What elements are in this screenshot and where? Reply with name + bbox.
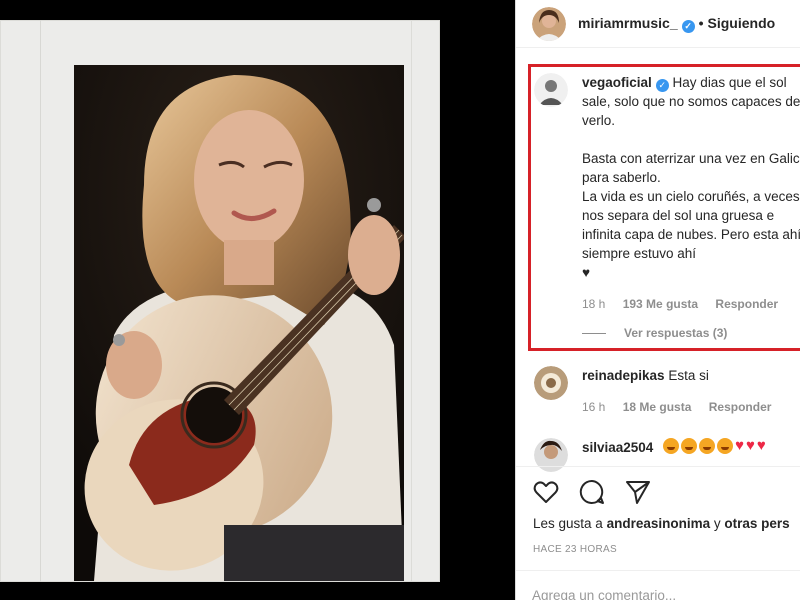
polaroid-frame [0,20,440,582]
liker-username[interactable]: andreasinonima [607,516,711,531]
comment-likes[interactable]: 18 Me gusta [623,400,692,414]
comment-text-line: Basta con aterrizar una vez en Galicia p… [582,151,800,185]
star-struck-emoji-icon [681,438,698,454]
post-media[interactable] [0,0,515,600]
post-side-panel: miriamrmusic_ ✓ • Siguiendo vegaoficial ✓ Ha… [515,0,800,600]
post-header: miriamrmusic_ ✓ • Siguiendo [516,0,800,48]
comment-text-line: ♥ [582,265,591,280]
commenter-username[interactable]: silviaa2504 [582,440,653,455]
comment-emojis: ♥ ♥ ♥ [663,438,766,454]
comment-input-divider [516,570,800,571]
likes-prefix: Les gusta a [533,516,603,531]
comment-item: reinadepikas Esta si 16 h 18 Me gusta Re… [534,366,785,417]
commenter-avatar[interactable] [534,73,568,107]
verified-badge-icon: ✓ [681,19,695,33]
commenter-username[interactable]: reinadepikas [582,368,665,383]
reply-button[interactable]: Responder [709,400,772,414]
verified-badge-icon: ✓ [655,79,669,92]
likes-joiner: y [713,516,721,531]
speech-bubble-icon[interactable] [578,478,606,506]
add-comment-input[interactable] [532,588,792,600]
view-replies[interactable]: Ver respuestas (3) [582,324,800,343]
post-timestamp[interactable]: HACE 23 HORAS [533,544,617,555]
comment-meta: 18 h 193 Me gusta Responder [582,295,800,314]
comment-time: 18 h [582,297,606,311]
heart-emoji-icon: ♥ [756,437,766,454]
paper-plane-icon[interactable] [624,478,652,506]
reply-button[interactable]: Responder [715,297,778,311]
separator-dot: • [698,14,704,31]
star-struck-emoji-icon [699,438,716,454]
comment-time: 16 h [582,400,606,414]
likes-others-link[interactable]: otras pers [724,516,789,531]
actions-divider [516,466,800,467]
replies-line [582,333,606,334]
author-avatar[interactable] [532,6,566,41]
comment-meta: 16 h 18 Me gusta Responder [582,398,785,417]
comment-text: Esta si [668,368,709,383]
heart-outline-icon[interactable] [532,478,560,506]
comment-text-line: La vida es un cielo coruñés, a veces nos… [582,189,800,261]
commenter-username[interactable]: vegaoficial [582,75,652,90]
author-username[interactable]: miriamrmusic_ [578,15,678,31]
heart-emoji-icon: ♥ [735,437,744,454]
comment-item: vegaoficial ✓ Hay dias que el sol sale, s… [534,73,800,343]
commenter-avatar[interactable] [534,366,568,400]
star-struck-emoji-icon [717,438,734,454]
post-photo[interactable] [74,65,404,581]
comment-likes[interactable]: 193 Me gusta [623,297,698,311]
following-button[interactable]: Siguiendo [708,15,776,31]
heart-emoji-icon: ♥ [746,437,755,454]
likes-summary: Les gusta a andreasinonima y otras pers [533,516,790,531]
star-struck-emoji-icon [663,438,680,454]
post-actions [532,478,652,506]
view-replies-label[interactable]: Ver respuestas (3) [624,324,727,343]
